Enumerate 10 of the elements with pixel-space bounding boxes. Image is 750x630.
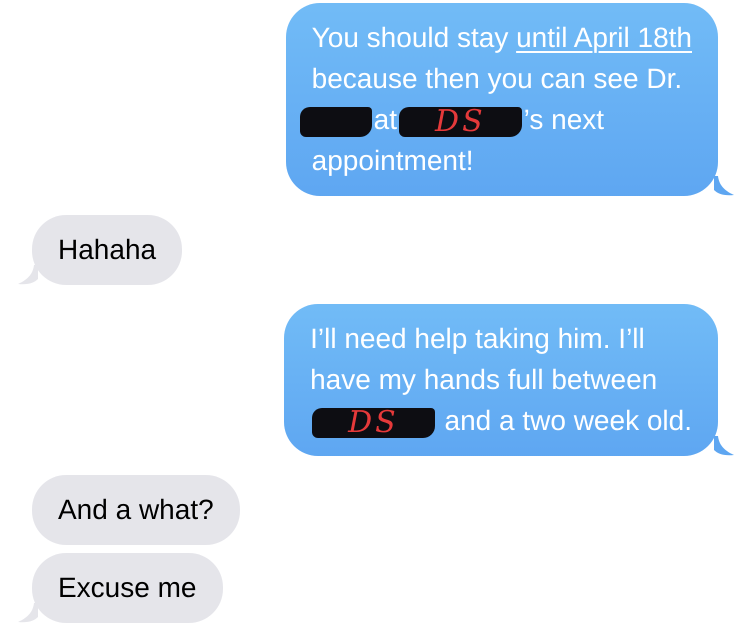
redaction-scribble: DS xyxy=(399,106,522,137)
redaction-scribble: DS xyxy=(312,408,435,438)
message-text: You should stay until April 18th because then you can see Dr. at DS ’s next appointment! xyxy=(312,17,692,181)
message-text: Excuse me xyxy=(58,571,196,605)
message-text: And a what? xyxy=(58,493,214,527)
bubble-tail xyxy=(714,176,734,196)
date-link[interactable]: until April 18th xyxy=(516,22,692,53)
message-text: I’ll need help taking him. I’ll have my hands full between DS and a two week old. xyxy=(310,322,692,441)
message-text: Hahaha xyxy=(58,233,156,267)
bubble-tail xyxy=(714,436,734,456)
